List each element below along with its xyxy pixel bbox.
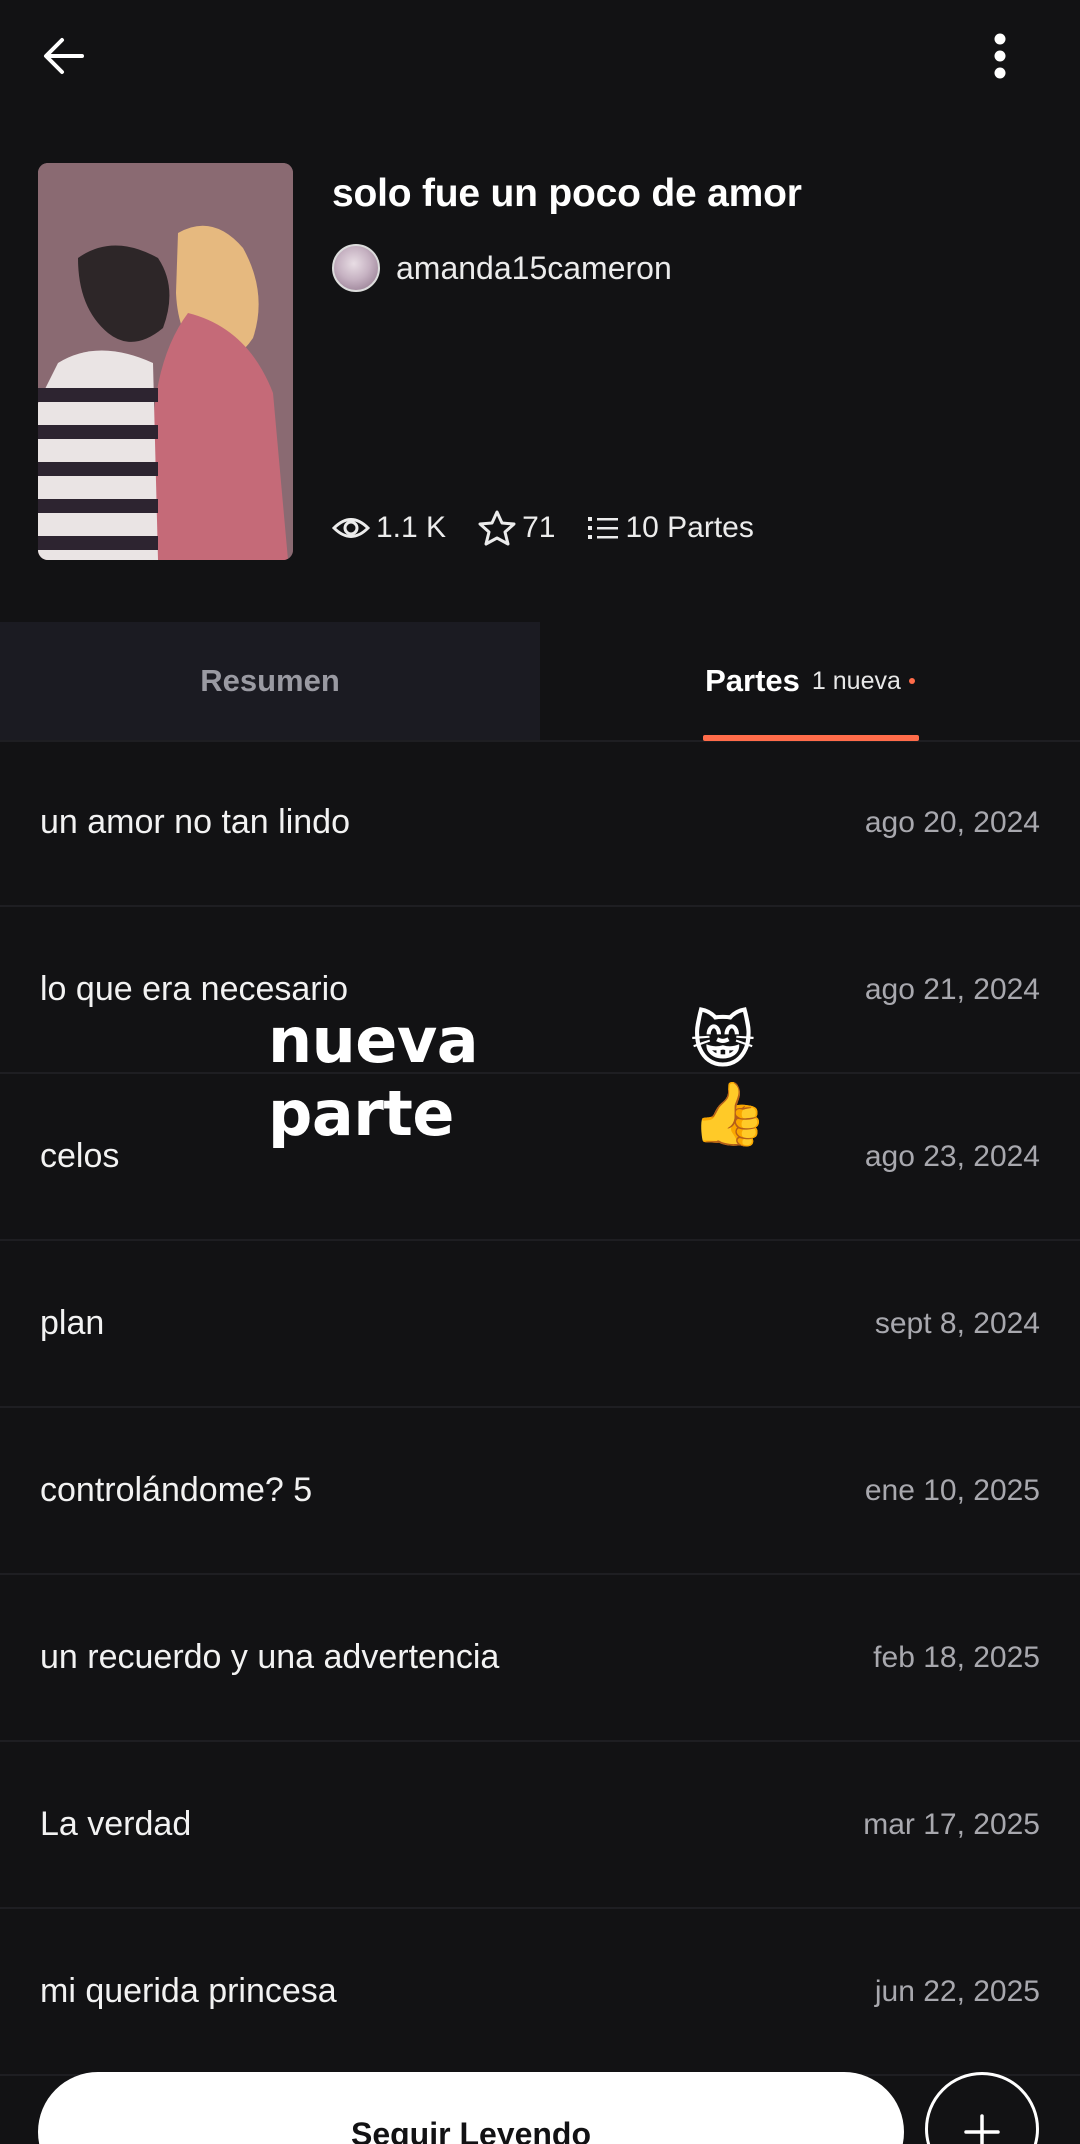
part-item[interactable]: un recuerdo y una advertencia feb 18, 20…	[0, 1575, 1080, 1742]
votes-count: 71	[522, 511, 556, 544]
part-date: ago 23, 2024	[864, 1139, 1040, 1173]
parts-stat: 10 Partes	[587, 511, 754, 545]
top-bar	[0, 0, 1080, 112]
new-parts-badge: 1 nueva	[811, 666, 901, 695]
part-title: controlándome? 5	[40, 1471, 313, 1509]
add-to-library-button[interactable]	[925, 2072, 1039, 2144]
part-item[interactable]: La verdad mar 17, 2025	[0, 1742, 1080, 1909]
story-stats: 1.1 K 71 10 Partes	[332, 505, 786, 551]
tab-parts-label: Partes	[705, 663, 800, 698]
part-date: feb 18, 2025	[873, 1640, 1040, 1674]
part-title: un amor no tan lindo	[40, 803, 350, 841]
part-title: mi querida princesa	[40, 1972, 337, 2010]
arrow-left-icon	[44, 38, 84, 74]
back-button[interactable]	[40, 20, 120, 92]
part-date: ene 10, 2025	[864, 1473, 1040, 1507]
story-details-screen: solo fue un poco de amor amanda15cameron…	[0, 0, 1080, 2144]
star-icon	[478, 510, 516, 546]
story-cover-image[interactable]	[38, 163, 293, 560]
reads-stat: 1.1 K	[332, 511, 446, 545]
part-title: plan	[40, 1304, 105, 1342]
part-item[interactable]: plan sept 8, 2024	[0, 1241, 1080, 1408]
part-date: ago 20, 2024	[864, 805, 1040, 839]
part-date: jun 22, 2025	[874, 1974, 1040, 2008]
part-date: ago 21, 2024	[864, 972, 1040, 1006]
reads-count: 1.1 K	[376, 511, 447, 544]
story-tabs: Resumen Partes 1 nueva	[0, 622, 1080, 742]
overlay-emoji: 😸👍	[690, 1003, 768, 1150]
continue-reading-label: Seguir Leyendo	[350, 2116, 592, 2144]
story-title: solo fue un poco de amor	[332, 172, 802, 215]
part-date: mar 17, 2025	[863, 1807, 1040, 1841]
cover-illustration	[38, 163, 293, 560]
more-options-button[interactable]	[980, 20, 1020, 92]
plus-icon	[964, 2114, 1000, 2144]
overlay-text: nueva parte	[268, 1004, 479, 1150]
author-avatar	[332, 244, 380, 292]
new-indicator-dot	[908, 678, 915, 684]
overlay-caption: nueva parte 😸👍	[268, 1004, 828, 1151]
more-vertical-icon	[994, 33, 1006, 79]
eye-icon	[332, 518, 370, 538]
part-title: La verdad	[40, 1805, 192, 1843]
author-name: amanda15cameron	[396, 249, 672, 286]
tab-summary[interactable]: Resumen	[0, 622, 540, 740]
continue-reading-button[interactable]: Seguir Leyendo	[38, 2072, 904, 2144]
parts-list: un amor no tan lindo ago 20, 2024 lo que…	[0, 740, 1080, 2076]
part-item[interactable]: mi querida princesa jun 22, 2025	[0, 1909, 1080, 2076]
list-icon	[588, 517, 619, 539]
part-item[interactable]: controlándome? 5 ene 10, 2025	[0, 1408, 1080, 1575]
part-title: un recuerdo y una advertencia	[40, 1638, 500, 1676]
votes-stat: 71	[478, 510, 555, 546]
tab-parts[interactable]: Partes 1 nueva	[540, 622, 1080, 740]
author-link[interactable]: amanda15cameron	[332, 243, 672, 293]
part-title: celos	[40, 1137, 120, 1175]
part-item[interactable]: un amor no tan lindo ago 20, 2024	[0, 740, 1080, 907]
parts-count: 10 Partes	[625, 511, 754, 544]
part-date: sept 8, 2024	[874, 1306, 1040, 1340]
